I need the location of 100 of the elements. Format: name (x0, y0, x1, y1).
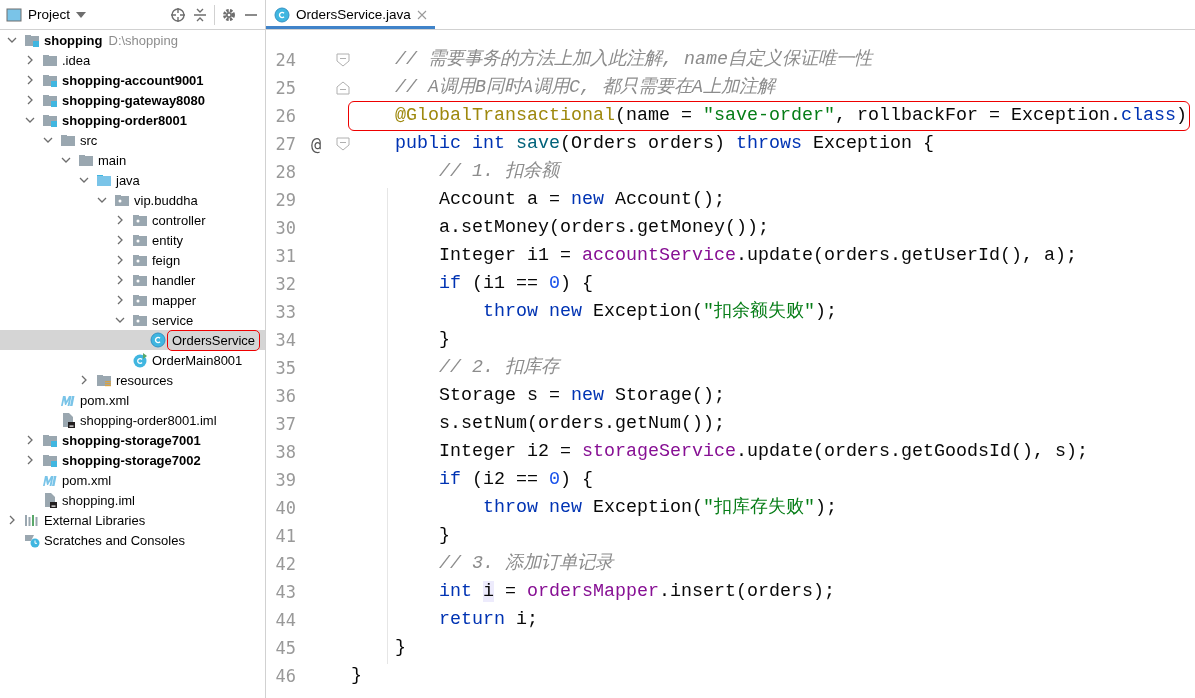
collapse-all-icon[interactable] (192, 6, 208, 23)
code-line: throw new Exception("扣库存失败"); (481, 496, 837, 520)
code-line: // 需要事务的方法上加入此注解, name自定义保证唯一性 (394, 48, 872, 72)
runnable-class-icon (132, 352, 148, 368)
panel-title[interactable]: Project (28, 7, 71, 22)
tree-row[interactable]: pom.xml (0, 390, 265, 410)
project-view-icon (6, 7, 22, 22)
code-line: } (351, 664, 362, 688)
tree-item-label: entity (152, 232, 184, 248)
implementation-marker[interactable]: @ (296, 134, 336, 154)
package-icon (132, 312, 148, 328)
line-number: 34 (274, 330, 296, 350)
line-number: 30 (274, 218, 296, 238)
tree-row[interactable]: OrderMain8001 (0, 350, 265, 370)
tree-row[interactable]: shopping-account9001 (0, 70, 265, 90)
tree-item-label: shopping (44, 32, 103, 48)
line-number: 36 (274, 386, 296, 406)
tree-row[interactable]: entity (0, 230, 265, 250)
tree-row[interactable]: pom.xml (0, 470, 265, 490)
tree-row[interactable]: vip.buddha (0, 190, 265, 210)
code-line: public int save(Orders orders) throws Exception { (394, 132, 934, 156)
tree-row[interactable]: java (0, 170, 265, 190)
tree-item-label: controller (152, 212, 206, 228)
code-line: Integer i2 = storageService.update(orders.getGoodsId(), s); (438, 440, 1088, 464)
tree-row[interactable]: feign (0, 250, 265, 270)
code-line: a.setMoney(orders.getMoney()); (438, 216, 769, 240)
tree-row[interactable]: External Libraries (0, 510, 265, 530)
tree-item-label: External Libraries (44, 512, 146, 528)
code-line: // 3. 添加订单记录 (438, 552, 613, 576)
code-line: Account a = new Account(); (438, 188, 725, 212)
tree-item-label: src (80, 132, 98, 148)
tree-row[interactable]: mapper (0, 290, 265, 310)
module-folder-icon (24, 32, 40, 48)
tree-item-label: shopping-gateway8080 (62, 92, 206, 108)
tree-item-label: resources (116, 372, 174, 388)
package-icon (132, 212, 148, 228)
module-file-icon (60, 412, 76, 428)
code-line: int i = ordersMapper.insert(orders); (438, 580, 835, 604)
tree-item-label: shopping-storage7002 (62, 452, 201, 468)
tree-item-label: Scratches and Consoles (44, 532, 185, 548)
tree-item-label: pom.xml (62, 472, 112, 488)
tree-row[interactable]: Scratches and Consoles (0, 530, 265, 550)
code-line: } (394, 636, 406, 660)
code-line: } (438, 524, 450, 548)
line-number: 26 (274, 106, 296, 126)
tree-item-label: mapper (152, 292, 197, 308)
folder-icon (60, 132, 76, 148)
line-number: 43 (274, 582, 296, 602)
close-icon[interactable] (416, 9, 427, 20)
dropdown-caret-icon[interactable] (76, 11, 87, 18)
locate-icon[interactable] (170, 6, 186, 23)
tree-row[interactable]: src (0, 130, 265, 150)
line-number: 31 (274, 246, 296, 266)
tree-row[interactable]: main (0, 150, 265, 170)
tree-row[interactable]: controller (0, 210, 265, 230)
line-number: 24 (274, 50, 296, 70)
tree-item-label: main (98, 152, 127, 168)
tree-row[interactable]: shopping-gateway8080 (0, 90, 265, 110)
line-number: 40 (274, 498, 296, 518)
tree-item-label: shopping-order8001.iml (80, 412, 217, 428)
module-folder-icon (42, 72, 58, 88)
fold-marker-icon[interactable] (336, 81, 350, 95)
code-line: @GlobalTransactional(name = "save-order", rollbackFor = Exception.class) (351, 104, 1187, 128)
line-number: 28 (274, 162, 296, 182)
fold-marker-icon[interactable] (336, 53, 350, 67)
tree-row[interactable]: OrdersService (0, 330, 265, 350)
tree-row[interactable]: .idea (0, 50, 265, 70)
tree-row[interactable]: shopping-order8001.iml (0, 410, 265, 430)
tree-row[interactable]: resources (0, 370, 265, 390)
line-number: 35 (274, 358, 296, 378)
tree-item-label: vip.buddha (134, 192, 198, 208)
tree-row[interactable]: handler (0, 270, 265, 290)
module-file-icon (42, 492, 58, 508)
class-icon (274, 6, 290, 23)
tree-row[interactable]: shopping-order8001 (0, 110, 265, 130)
tree-row[interactable]: shopping-storage7001 (0, 430, 265, 450)
module-folder-icon (42, 112, 58, 128)
class-icon (150, 332, 166, 348)
tree-row[interactable]: shopping D:\shopping (0, 30, 265, 50)
code-line: throw new Exception("扣余额失败"); (481, 300, 837, 324)
code-line: // A调用B同时A调用C, 都只需要在A上加注解 (394, 76, 775, 100)
line-number: 29 (274, 190, 296, 210)
tree-row[interactable]: shopping.iml (0, 490, 265, 510)
editor-tab[interactable]: OrdersService.java (266, 0, 435, 29)
module-folder-icon (42, 452, 58, 468)
fold-marker-icon[interactable] (336, 137, 350, 151)
tree-row[interactable]: service (0, 310, 265, 330)
tree-item-label: feign (152, 252, 181, 268)
package-icon (132, 292, 148, 308)
settings-icon[interactable] (221, 6, 237, 23)
line-number: 46 (274, 666, 296, 686)
line-number: 33 (274, 302, 296, 322)
line-number: 32 (274, 274, 296, 294)
package-icon (132, 252, 148, 268)
source-folder-icon (96, 172, 112, 188)
tree-item-label: handler (152, 272, 196, 288)
module-folder-icon (42, 92, 58, 108)
tree-row[interactable]: shopping-storage7002 (0, 450, 265, 470)
path-hint: D:\shopping (108, 32, 178, 48)
code-line: Storage s = new Storage(); (438, 384, 725, 408)
